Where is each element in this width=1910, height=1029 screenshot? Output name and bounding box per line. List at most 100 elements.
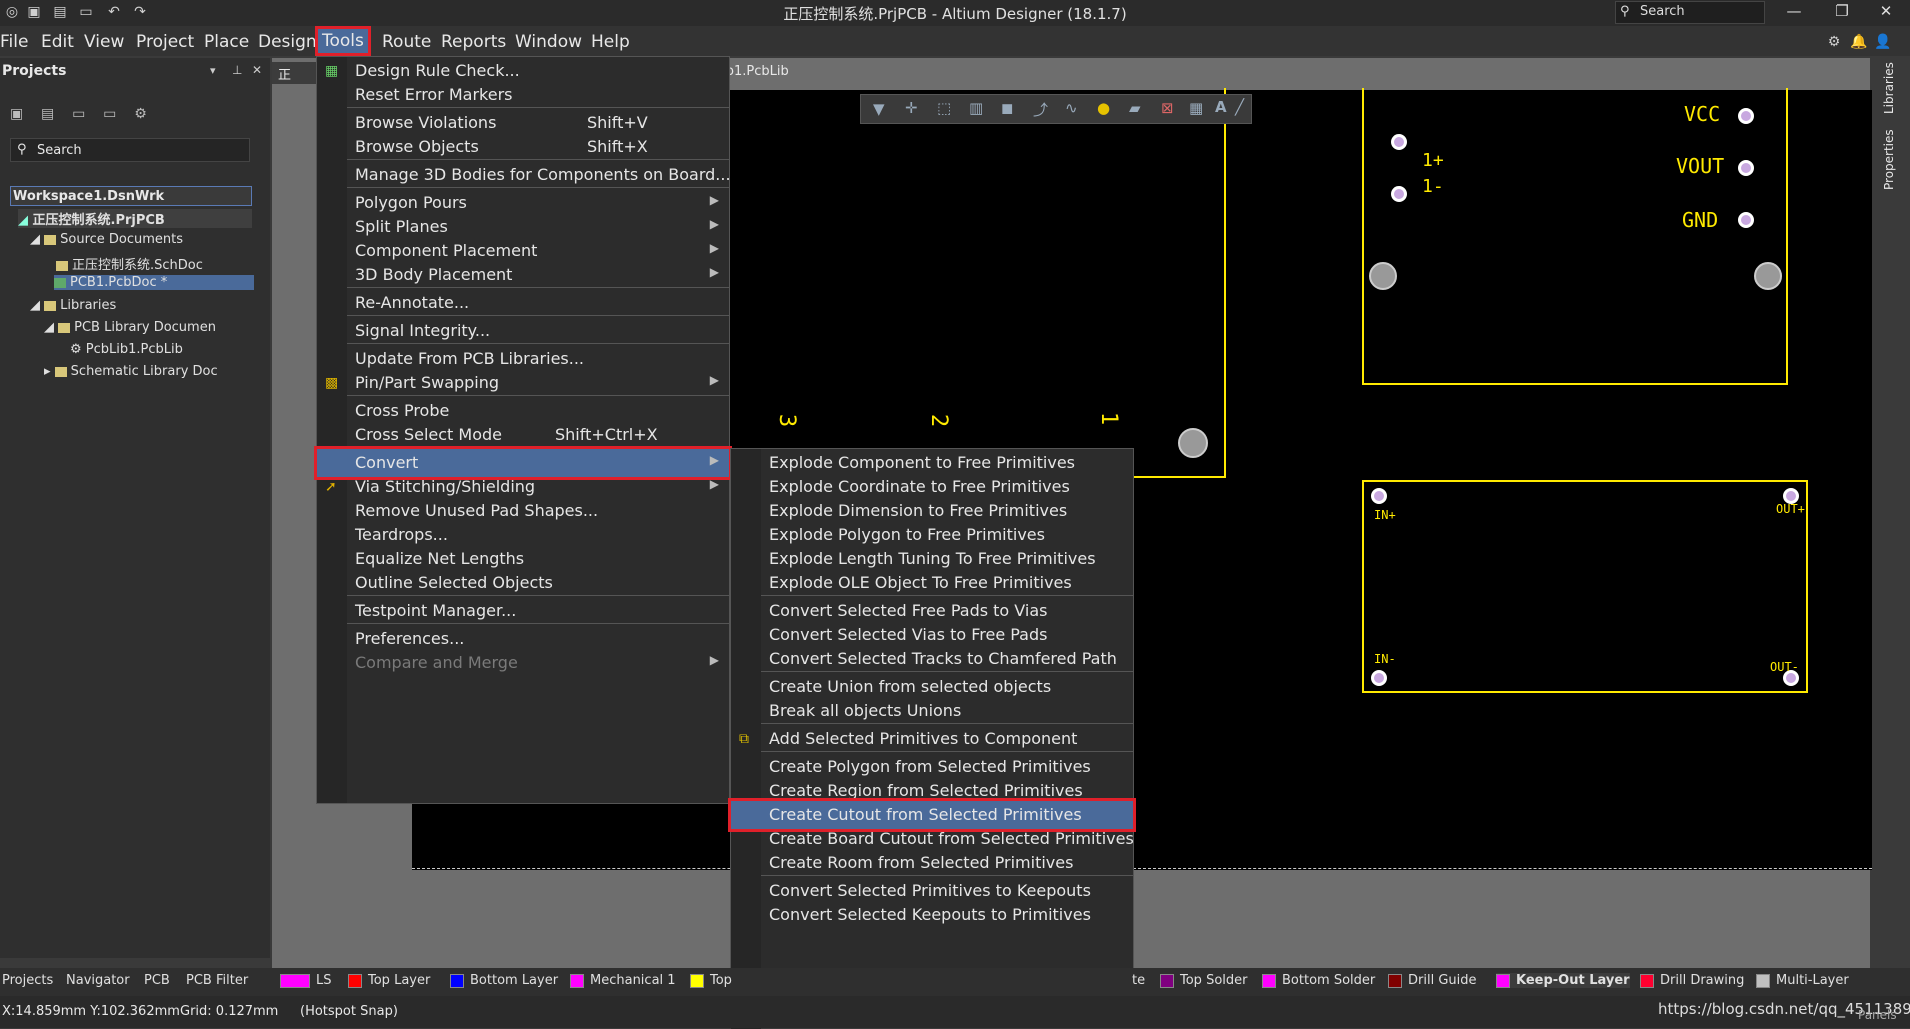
menu-help[interactable]: Help — [591, 32, 630, 52]
menu-place[interactable]: Place — [204, 32, 249, 52]
compile-icon[interactable]: ▤ — [41, 106, 54, 122]
layer-tab-top[interactable]: Top — [690, 973, 732, 988]
menu-item-label: Browse Objects — [355, 137, 479, 156]
menu-item-label: Explode Dimension to Free Primitives — [769, 501, 1068, 520]
tools-menu-item-pin-part-swapping[interactable]: Pin/Part Swapping ▶ — [317, 369, 729, 397]
folder-add-icon[interactable]: ▭ — [103, 106, 116, 122]
maximize-button[interactable]: ❐ — [1822, 2, 1862, 22]
bottom-tab-navigator[interactable]: Navigator — [66, 973, 130, 988]
layer-tab-mechanical-1[interactable]: Mechanical 1 — [570, 973, 676, 988]
project-search-input[interactable]: ⚲ Search — [10, 138, 250, 162]
bottom-tab-pcb-filter[interactable]: PCB Filter — [186, 973, 248, 988]
polygon-icon[interactable]: ⊠ — [1161, 99, 1174, 117]
convert-menu-item-convert-selected-keepouts-to-primitives[interactable]: Convert Selected Keepouts to Primitives — [731, 901, 1133, 929]
convert-menu-item-add-selected-primitives-to-component[interactable]: Add Selected Primitives to Component — [731, 725, 1133, 753]
right-tab-properties[interactable]: Properties — [1876, 126, 1904, 194]
tune-icon[interactable]: ∿ — [1065, 99, 1078, 117]
settings-icon[interactable]: ⚙ — [134, 106, 147, 122]
tree-item-pcblib[interactable]: ⚙ PcbLib1.PcbLib — [70, 342, 183, 357]
tools-menu-item-compare-and-merge[interactable]: Compare and Merge ▶ — [317, 649, 729, 677]
doc-tab-pcblib[interactable]: o1.PcbLib — [724, 62, 789, 84]
save-project-icon[interactable]: ▣ — [10, 106, 23, 122]
tree-item-project[interactable]: ◢ 正压控制系统.PrjPCB — [18, 209, 252, 228]
tree-item-schdoc[interactable]: 正压控制系统.SchDoc — [56, 254, 203, 273]
menu-reports[interactable]: Reports — [441, 32, 506, 52]
filter-icon[interactable]: ▼ — [873, 100, 885, 118]
layer-tab-top-layer[interactable]: Top Layer — [348, 973, 430, 988]
align-icon[interactable]: ▥ — [969, 99, 983, 117]
dimension-icon[interactable]: ▦ — [1189, 99, 1203, 117]
tools-menu-item-signal-integrity[interactable]: Signal Integrity... — [317, 317, 729, 345]
text-icon[interactable]: A — [1215, 98, 1227, 116]
move-icon[interactable]: ✛ — [905, 99, 918, 117]
layer-tab-keep-out-layer[interactable]: Keep-Out Layer — [1496, 973, 1630, 988]
tree-item-pcbdoc[interactable]: PCB1.PcbDoc * — [54, 275, 254, 290]
menu-route[interactable]: Route — [382, 32, 431, 52]
tools-menu-item-browse-objects[interactable]: Browse Objects Shift+X — [317, 133, 729, 161]
gear-icon[interactable]: ⚙ — [1826, 34, 1842, 50]
tools-menu-item-outline-selected-objects[interactable]: Outline Selected Objects — [317, 569, 729, 597]
grid-size: Grid: 0.127mm — [180, 1004, 279, 1019]
user-icon[interactable]: 👤 — [1874, 34, 1891, 50]
menu-item-label: Testpoint Manager... — [355, 601, 517, 620]
menu-tools[interactable]: Tools — [315, 26, 371, 56]
submenu-arrow-icon: ▶ — [709, 265, 719, 279]
layer-tab-ls[interactable]: LS — [280, 973, 332, 988]
menu-window[interactable]: Window — [515, 32, 582, 52]
layer-tab-te[interactable]: te — [1132, 973, 1145, 988]
bottom-tab-projects[interactable]: Projects — [2, 973, 53, 988]
menu-edit[interactable]: Edit — [41, 32, 74, 52]
bell-icon[interactable]: 🔔 — [1850, 34, 1867, 50]
layer-tab-top-solder[interactable]: Top Solder — [1160, 973, 1247, 988]
route-icon[interactable]: ⤴ — [1033, 99, 1048, 120]
convert-menu-item-convert-selected-tracks-to-chamfered-path[interactable]: Convert Selected Tracks to Chamfered Pat… — [731, 645, 1133, 673]
fill-icon[interactable]: ▰ — [1129, 99, 1141, 117]
tree-item-source-docs[interactable]: ◢ Source Documents — [30, 232, 183, 247]
layer-name: Bottom Layer — [470, 973, 559, 988]
tools-menu-item-testpoint-manager[interactable]: Testpoint Manager... — [317, 597, 729, 625]
tools-menu-item-reset-error-markers[interactable]: Reset Error Markers — [317, 81, 729, 109]
folder-open-icon[interactable]: ▭ — [72, 106, 85, 122]
bottom-tab-pcb[interactable]: PCB — [144, 973, 170, 988]
minimize-button[interactable]: — — [1774, 2, 1814, 22]
panels-button[interactable]: Panels — [1858, 1008, 1897, 1022]
menu-item-label: Outline Selected Objects — [355, 573, 553, 592]
menu-item-shortcut: Shift+X — [587, 137, 648, 156]
search-icon: ⚲ — [1620, 4, 1630, 19]
pin-icon[interactable]: ⊥ — [232, 63, 242, 77]
layer-tab-bottom-layer[interactable]: Bottom Layer — [450, 973, 558, 988]
tools-menu-item-manage-3d-bodies-for-components-on-board[interactable]: Manage 3D Bodies for Components on Board… — [317, 161, 731, 189]
layer-tab-multi-layer[interactable]: Multi-Layer — [1756, 973, 1849, 988]
layer-tab-bottom-solder[interactable]: Bottom Solder — [1262, 973, 1375, 988]
tree-item-schlib-docs[interactable]: ▸ Schematic Library Doc — [44, 364, 218, 379]
tools-menu-item-cross-select-mode[interactable]: Cross Select Mode Shift+Ctrl+X — [317, 421, 729, 449]
menu-view[interactable]: View — [84, 32, 124, 52]
line-icon[interactable]: ╱ — [1235, 98, 1244, 116]
panel-menu-icon[interactable]: ▾ — [210, 64, 216, 77]
tools-menu-item-3d-body-placement[interactable]: 3D Body Placement ▶ — [317, 261, 729, 289]
tree-label: PcbLib1.PcbLib — [85, 342, 183, 357]
menu-file[interactable]: File — [0, 32, 28, 52]
tree-item-pcblib-docs[interactable]: ◢ PCB Library Documen — [44, 320, 216, 335]
layer-name: Top Layer — [368, 973, 431, 988]
layer-tab-drill-guide[interactable]: Drill Guide — [1388, 973, 1477, 988]
convert-menu-item-break-all-objects-unions[interactable]: Break all objects Unions — [731, 697, 1133, 725]
search-input[interactable]: ⚲ Search — [1615, 1, 1765, 24]
menu-design[interactable]: Design — [258, 32, 317, 52]
close-button[interactable]: ✕ — [1866, 2, 1906, 22]
tree-item-workspace[interactable]: Workspace1.DsnWrk — [10, 186, 252, 206]
pcb-active-bar: ▼ ✛ ⬚ ▥ ◼ ⤴ ∿ ● ▰ ⊠ ▦ A ╱ — [860, 94, 1252, 124]
right-tab-libraries[interactable]: Libraries — [1876, 62, 1904, 120]
close-panel-icon[interactable]: ✕ — [252, 63, 262, 77]
convert-menu-item-create-room-from-selected-primitives[interactable]: Create Room from Selected Primitives — [731, 849, 1133, 877]
menu-item-label: Polygon Pours — [355, 193, 467, 212]
component-icon[interactable]: ◼ — [1001, 99, 1013, 117]
via-icon[interactable]: ● — [1097, 99, 1110, 117]
menu-project[interactable]: Project — [136, 32, 194, 52]
select-icon[interactable]: ⬚ — [937, 99, 951, 117]
tree-item-libraries[interactable]: ◢ Libraries — [30, 298, 116, 313]
pad-1plus — [1391, 134, 1407, 150]
convert-menu-item-explode-ole-object-to-free-primitives[interactable]: Explode OLE Object To Free Primitives — [731, 569, 1133, 597]
tools-menu-item-re-annotate[interactable]: Re-Annotate... — [317, 289, 729, 317]
layer-tab-drill-drawing[interactable]: Drill Drawing — [1640, 973, 1744, 988]
